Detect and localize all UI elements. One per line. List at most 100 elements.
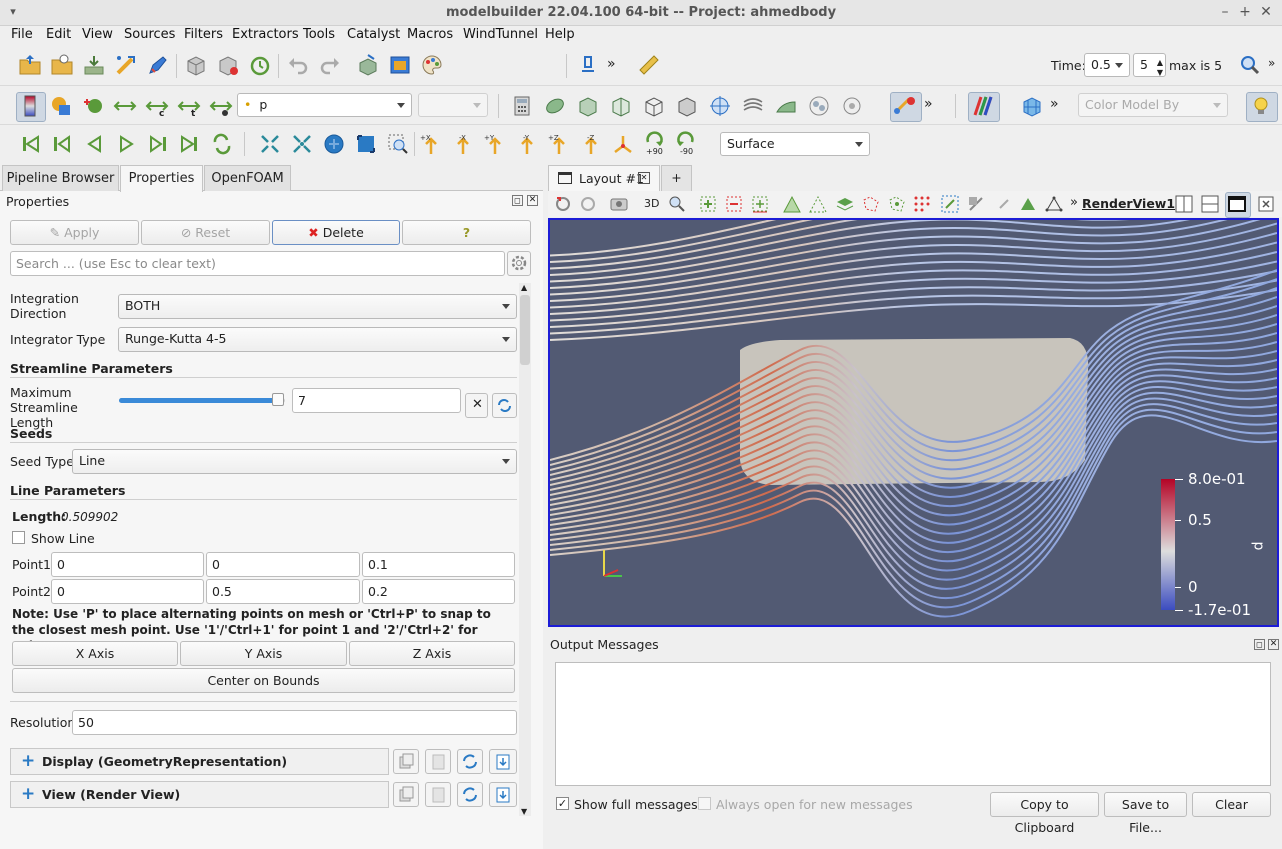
reset-camera-gray-icon[interactable] <box>576 192 600 216</box>
point1-x-input[interactable]: 0 <box>51 552 204 577</box>
show-full-checkbox[interactable]: ✓ <box>556 797 569 810</box>
recent-folder-icon[interactable] <box>50 53 74 77</box>
refresh-icon[interactable] <box>492 393 517 418</box>
select-polygon-points-icon[interactable] <box>885 192 909 216</box>
probe-icon[interactable] <box>576 53 600 77</box>
loop-icon[interactable] <box>210 132 234 156</box>
copy-to-clipboard-button[interactable]: Copy to Clipboard <box>990 792 1099 835</box>
clip-icon[interactable] <box>576 94 600 118</box>
reset-camera-icon[interactable] <box>258 132 282 156</box>
rescale-visible-icon[interactable]: c <box>145 94 169 119</box>
x-axis-button[interactable]: X Axis <box>12 641 178 666</box>
seed-type-combo[interactable]: Line <box>72 449 517 474</box>
save-data-icon[interactable] <box>82 53 106 77</box>
select-blocks-icon[interactable] <box>833 192 857 216</box>
search-input[interactable]: Search ... (use Esc to clear text) <box>10 251 505 276</box>
play-backward-icon[interactable] <box>82 132 106 156</box>
menu-tools[interactable]: Tools <box>303 27 335 42</box>
float-panel-icon[interactable]: ◻ <box>512 195 523 206</box>
close-tab-icon[interactable]: ✕ <box>638 172 650 184</box>
find-data-icon[interactable] <box>1238 53 1262 77</box>
state-save-icon[interactable] <box>216 53 240 77</box>
extract-subset-icon[interactable] <box>675 94 699 118</box>
menu-extractors[interactable]: Extractors <box>232 27 299 42</box>
view-plus-z-icon[interactable]: +Z <box>547 132 571 156</box>
next-frame-icon[interactable] <box>146 132 170 156</box>
view-section[interactable]: + View (Render View) <box>10 781 389 808</box>
contour-icon[interactable] <box>543 94 567 118</box>
toolbar-overflow-icon-2[interactable]: » <box>1268 56 1275 70</box>
tab-openfoam[interactable]: OpenFOAM <box>204 165 291 191</box>
copy-props-icon[interactable] <box>393 749 419 774</box>
view-plus-x-icon[interactable]: +X <box>419 132 443 156</box>
scroll-thumb[interactable] <box>520 295 530 365</box>
rotate-plus-90-icon[interactable]: +90 <box>642 130 666 160</box>
redo-icon[interactable] <box>318 53 342 77</box>
integrator-type-combo[interactable]: Runge-Kutta 4-5 <box>118 327 517 352</box>
save-default-icon[interactable] <box>489 749 517 774</box>
pen-icon[interactable] <box>146 53 170 77</box>
grow-selection-icon[interactable] <box>1016 192 1040 216</box>
point1-z-input[interactable]: 0.1 <box>362 552 515 577</box>
interactive-select-cells-icon[interactable] <box>910 192 934 216</box>
reset-button[interactable]: ⊘ Reset <box>141 220 270 245</box>
time-index-spinbox[interactable]: 5 ▲ ▼ <box>1133 53 1166 77</box>
view-minus-z-icon[interactable]: -Z <box>579 132 603 156</box>
warp-icon[interactable] <box>774 94 798 118</box>
camera-undo-icon[interactable] <box>356 53 380 77</box>
component-combo[interactable] <box>418 93 488 117</box>
max-length-slider[interactable] <box>119 393 285 406</box>
resolution-input[interactable]: 50 <box>72 710 517 735</box>
group-datasets-icon[interactable] <box>807 94 831 118</box>
close-panel-icon[interactable]: ✕ <box>527 195 538 206</box>
zoom-box-icon[interactable] <box>354 132 378 156</box>
edit-colormap-icon[interactable] <box>49 94 73 118</box>
float-panel-icon[interactable]: ◻ <box>1254 639 1265 650</box>
model-grid-icon[interactable] <box>1020 94 1044 118</box>
view-minus-y-icon[interactable]: -Y <box>515 132 539 156</box>
screenshot-icon[interactable] <box>388 53 412 77</box>
prev-frame-icon[interactable] <box>50 132 74 156</box>
extract-level-icon[interactable] <box>840 94 864 118</box>
scroll-down-icon[interactable]: ▼ <box>521 807 527 816</box>
hover-points-icon[interactable] <box>964 192 988 216</box>
tab-layout-1[interactable]: Layout #1 ✕ <box>548 165 660 191</box>
split-vertical-icon[interactable] <box>1198 192 1222 216</box>
menu-windtunnel[interactable]: WindTunnel <box>463 27 538 42</box>
point2-z-input[interactable]: 0.2 <box>362 579 515 604</box>
interactive-select-points-icon[interactable] <box>938 192 962 216</box>
delete-button[interactable]: ✖ Delete <box>272 220 400 245</box>
play-icon[interactable] <box>114 132 138 156</box>
restore-props-icon[interactable] <box>457 782 483 807</box>
paste-props-icon[interactable] <box>425 749 451 774</box>
menu-edit[interactable]: Edit <box>46 27 71 42</box>
slider-handle[interactable] <box>271 393 284 406</box>
zoom-closest-icon[interactable] <box>290 132 314 156</box>
glyph-icon[interactable] <box>708 94 732 118</box>
integration-direction-combo[interactable]: BOTH <box>118 294 517 319</box>
shrink-selection-icon[interactable] <box>1042 192 1066 216</box>
open-folder-icon[interactable] <box>18 53 42 77</box>
menu-view[interactable]: View <box>82 27 113 42</box>
view-toolbar-overflow-icon[interactable]: » <box>1070 195 1078 210</box>
close-panel-icon[interactable]: ✕ <box>1268 639 1279 650</box>
menu-macros[interactable]: Macros <box>407 27 453 42</box>
toolbar-overflow-icon[interactable]: » <box>607 56 616 72</box>
lightbulb-icon[interactable] <box>1246 92 1278 122</box>
restore-props-icon[interactable] <box>457 749 483 774</box>
isometric-view-icon[interactable] <box>611 132 635 156</box>
toolbar2-overflow-icon[interactable]: » <box>924 96 933 112</box>
first-frame-icon[interactable] <box>18 132 42 156</box>
display-section[interactable]: + Display (GeometryRepresentation) <box>10 748 389 775</box>
always-open-checkbox[interactable] <box>698 797 711 810</box>
stream-tracer-icon[interactable] <box>741 94 765 118</box>
select-cells-on-icon[interactable] <box>722 192 746 216</box>
view-minus-x-icon[interactable]: -X <box>451 132 475 156</box>
select-frustum-icon[interactable] <box>806 192 830 216</box>
view-plus-y-icon[interactable]: +Y <box>483 132 507 156</box>
rotate-minus-90-icon[interactable]: -90 <box>674 130 698 160</box>
rescale-custom-icon[interactable] <box>113 94 137 118</box>
representation-combo[interactable]: Surface <box>720 132 870 156</box>
menu-file[interactable]: File <box>11 27 33 42</box>
scroll-up-icon[interactable]: ▲ <box>521 283 527 292</box>
